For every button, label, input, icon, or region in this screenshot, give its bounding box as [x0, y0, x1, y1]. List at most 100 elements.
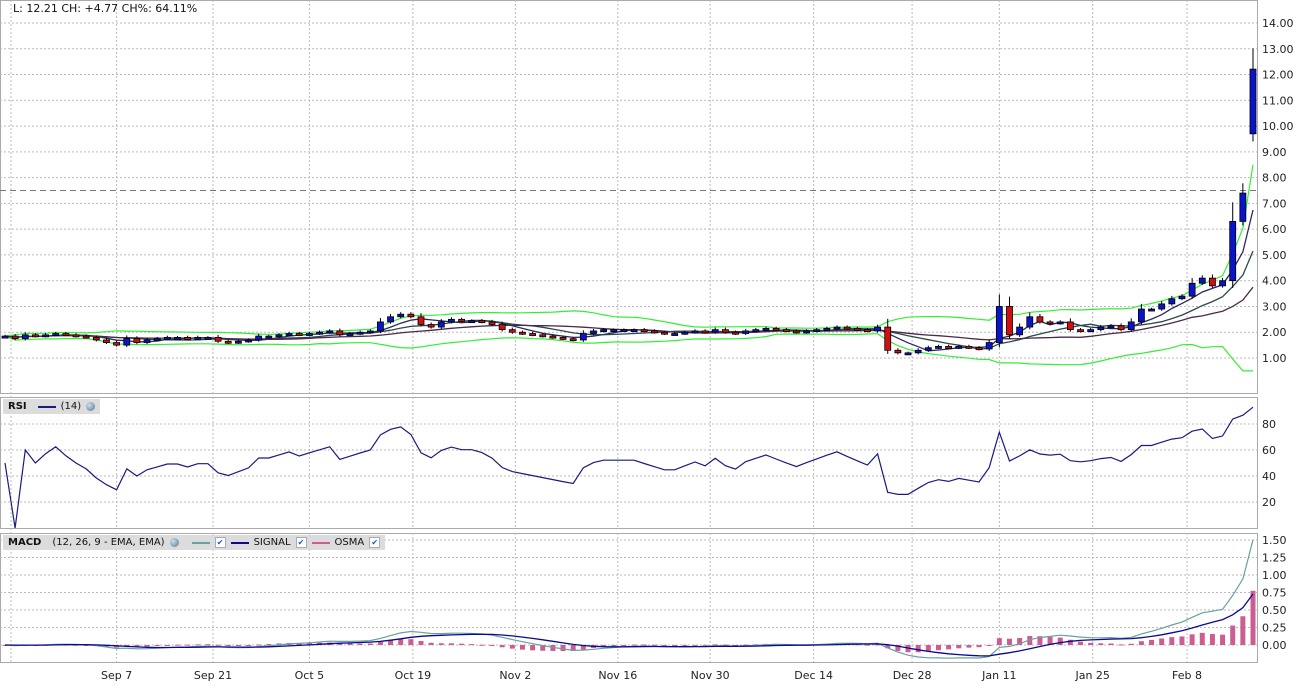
y-tick-label: 10.00	[1262, 120, 1294, 133]
candle-body	[1097, 326, 1105, 331]
candle-body	[701, 330, 709, 334]
osma-bar	[915, 645, 921, 653]
osma-bar	[154, 645, 160, 646]
candle-body	[437, 321, 445, 328]
candle-body	[793, 330, 800, 334]
osma-toggle-checkbox[interactable]: ✔	[369, 537, 381, 548]
candle-body	[995, 306, 1003, 343]
y-tick-label: 6.00	[1262, 223, 1287, 236]
candle-body	[1036, 316, 1044, 323]
osma-bar	[1230, 625, 1236, 645]
y-tick-label: 13.00	[1262, 43, 1294, 56]
rsi-legend: RSI (14)	[3, 399, 101, 414]
candle-body	[965, 346, 973, 349]
signal-label: SIGNAL	[253, 537, 291, 548]
candle-body	[32, 334, 39, 338]
osma-bar	[651, 644, 657, 646]
candle-body	[752, 329, 760, 333]
y-tick-label: 40	[1262, 470, 1276, 483]
y-tick-label: 14.00	[1262, 17, 1294, 30]
candle-body	[1127, 321, 1135, 331]
candle-body	[1026, 316, 1034, 328]
osma-bar	[1098, 643, 1104, 645]
osma-bar	[611, 645, 617, 646]
osma-bar	[864, 644, 870, 646]
macd-toggle-checkbox[interactable]: ✔	[214, 537, 226, 548]
osma-bar	[1220, 634, 1226, 645]
osma-bar	[144, 645, 150, 647]
y-tick-label: 0.75	[1262, 587, 1287, 600]
candle-body	[163, 336, 171, 340]
candle-body	[985, 342, 993, 350]
candle-body	[1148, 308, 1155, 312]
candle-body	[366, 330, 374, 334]
osma-bar	[357, 643, 363, 645]
y-tick-label: 3.00	[1262, 300, 1287, 313]
candle-body	[234, 340, 242, 344]
osma-bar	[976, 645, 982, 648]
osma-bar	[408, 639, 414, 645]
x-tick-label: Oct 19	[395, 669, 432, 682]
settings-globe-icon[interactable]	[86, 402, 96, 411]
x-tick-label: Sep 7	[101, 669, 132, 682]
y-tick-label: 60	[1262, 444, 1276, 457]
candle-body	[833, 326, 841, 330]
candle-body	[448, 318, 455, 323]
candle-body	[539, 334, 547, 338]
candle-body	[11, 335, 19, 340]
stock-chart: Sep 7 Sep 21 Oct 5 Oct 19 Nov 2 Nov 16 Nov 30 D…	[0, 0, 1294, 682]
y-tick-label: 9.00	[1262, 146, 1287, 159]
osma-bar	[1159, 638, 1165, 645]
candle-body	[1198, 277, 1206, 284]
candle-body	[1016, 326, 1024, 336]
candle-body	[316, 331, 323, 335]
candle-body	[184, 336, 192, 340]
candle-body	[671, 333, 679, 336]
osma-bar	[1209, 634, 1215, 645]
osma-bar	[1118, 644, 1124, 646]
osma-bar	[185, 644, 191, 646]
candle-body	[214, 336, 222, 342]
candle-body	[245, 339, 252, 343]
signal-toggle-checkbox[interactable]: ✔	[295, 537, 307, 548]
osma-bar	[692, 644, 698, 646]
candle-body	[346, 333, 354, 336]
osma-bar	[672, 645, 678, 646]
y-tick-label: 0.25	[1262, 622, 1287, 635]
x-tick-label: Sep 21	[194, 669, 232, 682]
osma-bar	[1199, 632, 1205, 645]
osma-bar	[205, 644, 211, 646]
y-tick-label: 0.00	[1262, 639, 1287, 652]
y-tick-label: 7.00	[1262, 197, 1287, 210]
macd-title: MACD	[8, 537, 42, 548]
osma-bar	[682, 645, 688, 646]
candle-body	[661, 331, 668, 335]
candle-body	[1087, 329, 1095, 333]
candle-body	[62, 333, 70, 336]
osma-bar	[1179, 636, 1185, 645]
candle-body	[113, 342, 121, 346]
candle-body	[640, 329, 648, 333]
osma-bar	[1250, 590, 1256, 645]
candle-body	[945, 346, 953, 349]
candle-body	[92, 336, 100, 341]
candle-body	[579, 333, 587, 341]
osma-bar	[1138, 641, 1144, 645]
candle-body	[1107, 325, 1115, 329]
candle-body	[813, 329, 821, 333]
x-tick-label: Feb 8	[1172, 669, 1202, 682]
y-tick-label: 1.00	[1262, 569, 1287, 582]
osma-bar	[925, 645, 931, 652]
osma-bar	[966, 645, 972, 648]
candle-body	[407, 313, 415, 318]
candle-body	[478, 320, 486, 324]
candle-body	[904, 352, 912, 356]
osma-bar	[225, 645, 231, 646]
settings-globe-icon[interactable]	[169, 538, 179, 547]
candle-body	[1066, 321, 1074, 331]
osma-bar	[631, 644, 637, 646]
candle-body	[1046, 321, 1054, 325]
candle-body	[468, 320, 476, 324]
y-tick-label: 5.00	[1262, 249, 1287, 262]
candle-body	[894, 349, 902, 354]
